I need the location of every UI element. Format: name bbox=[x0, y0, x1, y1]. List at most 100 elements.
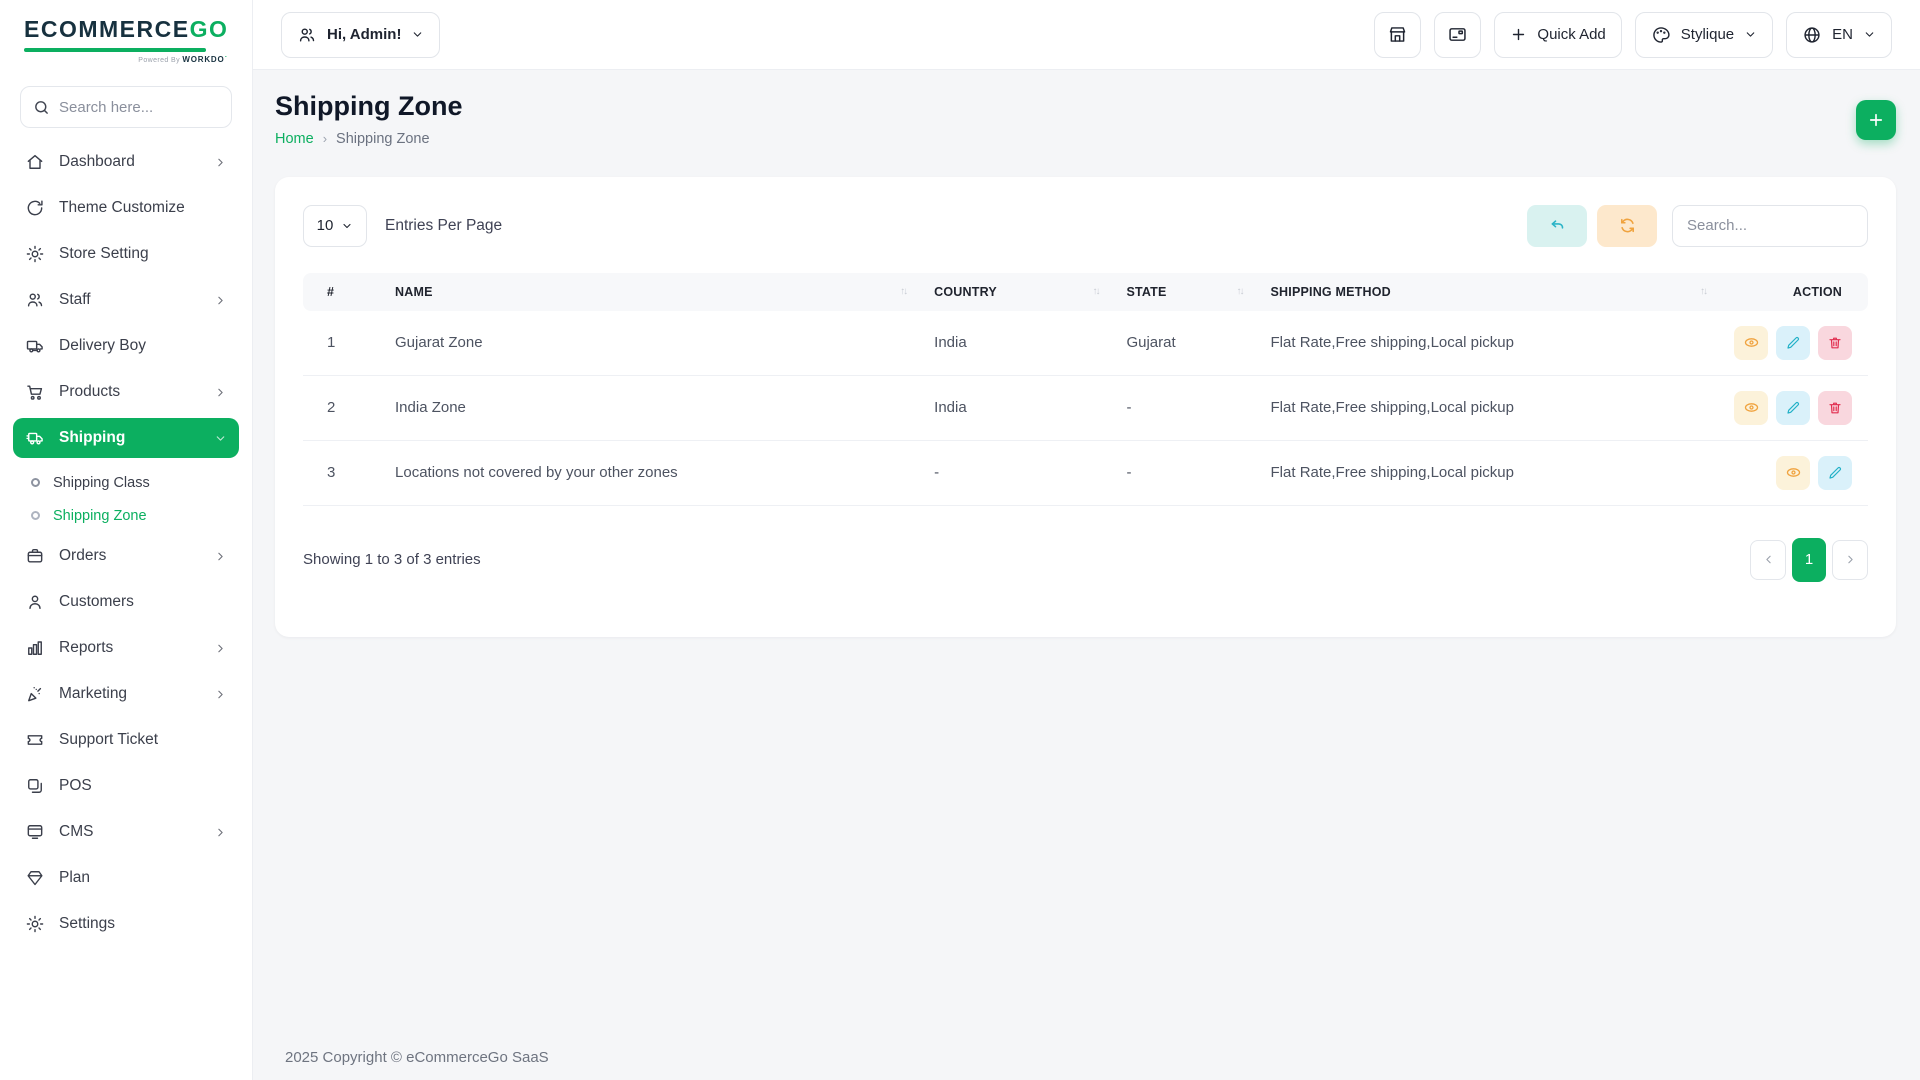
delete-button[interactable] bbox=[1818, 390, 1852, 425]
col-header-state[interactable]: STATE ↑↓ bbox=[1112, 272, 1257, 311]
sidebar-item-staff[interactable]: Staff bbox=[13, 280, 239, 320]
edit-button[interactable] bbox=[1776, 390, 1810, 425]
submenu-item-shipping-class[interactable]: Shipping Class bbox=[31, 466, 239, 499]
view-button[interactable] bbox=[1734, 390, 1768, 425]
entries-summary: Showing 1 to 3 of 3 entries bbox=[303, 551, 481, 569]
pagination-prev-button[interactable] bbox=[1750, 539, 1786, 580]
view-button[interactable] bbox=[1776, 455, 1810, 490]
cell-state: - bbox=[1112, 375, 1257, 441]
view-button[interactable] bbox=[1734, 325, 1768, 360]
sidebar-item-support-ticket[interactable]: Support Ticket bbox=[13, 720, 239, 760]
person-icon bbox=[25, 592, 45, 612]
table-search-input[interactable] bbox=[1672, 204, 1868, 247]
sidebar-item-shipping[interactable]: Shipping bbox=[13, 418, 239, 458]
sidebar-search-input[interactable] bbox=[59, 98, 219, 116]
eye-icon bbox=[1743, 334, 1760, 351]
edit-button[interactable] bbox=[1818, 455, 1852, 490]
plus-icon bbox=[1510, 26, 1527, 43]
sidebar-item-delivery-boy[interactable]: Delivery Boy bbox=[13, 326, 239, 366]
bullet-circle-icon bbox=[31, 511, 40, 520]
delete-button[interactable] bbox=[1818, 325, 1852, 360]
shipping-zone-card: 10 Entries Per Page # NAME bbox=[275, 176, 1896, 637]
cell-num: 2 bbox=[303, 375, 382, 441]
col-header-action: ACTION bbox=[1720, 272, 1868, 311]
cell-method: Flat Rate,Free shipping,Local pickup bbox=[1256, 440, 1720, 506]
brand-logo[interactable]: ECOMMERCEGO Powered By WORKDO˙ bbox=[0, 0, 252, 70]
chevron-right-icon bbox=[214, 688, 227, 701]
submenu-item-shipping-zone[interactable]: Shipping Zone bbox=[31, 499, 239, 532]
gear-icon bbox=[25, 914, 45, 934]
undo-filter-button[interactable] bbox=[1527, 204, 1587, 247]
col-header-name[interactable]: NAME ↑↓ bbox=[381, 272, 921, 311]
cell-name: Gujarat Zone bbox=[381, 310, 921, 376]
page-title: Shipping Zone bbox=[275, 91, 463, 121]
chevron-right-icon bbox=[214, 386, 227, 399]
briefcase-icon bbox=[25, 546, 45, 566]
chevron-left-icon bbox=[1762, 553, 1775, 566]
sidebar-item-cms[interactable]: CMS bbox=[13, 812, 239, 852]
page-header: Shipping Zone Home › Shipping Zone bbox=[253, 70, 1920, 147]
chevron-right-icon bbox=[1844, 553, 1857, 566]
entries-per-page-label: Entries Per Page bbox=[385, 216, 503, 234]
party-popper-icon bbox=[25, 684, 45, 704]
sort-icon[interactable]: ↑↓ bbox=[1692, 286, 1708, 297]
sidebar-item-customers[interactable]: Customers bbox=[13, 582, 239, 622]
sort-icon[interactable]: ↑↓ bbox=[892, 286, 908, 297]
cms-icon bbox=[25, 822, 45, 842]
sidebar-item-store-setting[interactable]: Store Setting bbox=[13, 234, 239, 274]
pagination-page-1[interactable]: 1 bbox=[1792, 537, 1826, 582]
mail-card-button[interactable] bbox=[1434, 11, 1482, 58]
sidebar-search[interactable] bbox=[20, 86, 232, 128]
row-actions bbox=[1734, 390, 1854, 425]
col-header-num[interactable]: # bbox=[303, 272, 382, 311]
edit-button[interactable] bbox=[1776, 325, 1810, 360]
users-icon bbox=[297, 25, 317, 45]
sidebar-item-settings[interactable]: Settings bbox=[13, 904, 239, 944]
sort-icon[interactable]: ↑↓ bbox=[1084, 286, 1100, 297]
gear-icon bbox=[25, 244, 45, 264]
shipping-submenu: Shipping Class Shipping Zone bbox=[13, 464, 239, 536]
powered-by-label: Powered By WORKDO˙ bbox=[138, 55, 228, 64]
quick-add-button[interactable]: Quick Add bbox=[1494, 11, 1622, 58]
cell-state: - bbox=[1112, 440, 1257, 506]
gem-icon bbox=[25, 868, 45, 888]
theme-selector-button[interactable]: Stylique bbox=[1634, 11, 1774, 58]
trash-icon bbox=[1827, 400, 1843, 416]
chevron-right-icon bbox=[214, 642, 227, 655]
cart-icon bbox=[25, 382, 45, 402]
col-header-method[interactable]: SHIPPING METHOD ↑↓ bbox=[1256, 272, 1720, 311]
sidebar-item-dashboard[interactable]: Dashboard bbox=[13, 142, 239, 182]
sidebar-item-products[interactable]: Products bbox=[13, 372, 239, 412]
sort-icon[interactable]: ↑↓ bbox=[1229, 286, 1245, 297]
chevron-down-icon bbox=[1744, 28, 1757, 41]
col-header-country[interactable]: COUNTRY ↑↓ bbox=[920, 272, 1113, 311]
main-content: Shipping Zone Home › Shipping Zone 10 En… bbox=[253, 70, 1920, 1080]
bar-chart-icon bbox=[25, 638, 45, 658]
pagination-next-button[interactable] bbox=[1832, 539, 1868, 580]
chevron-down-icon bbox=[341, 220, 353, 232]
storefront-button[interactable] bbox=[1374, 11, 1422, 58]
eye-icon bbox=[1743, 399, 1760, 416]
table-row: 1 Gujarat Zone India Gujarat Flat Rate,F… bbox=[303, 310, 1868, 376]
sidebar-item-plan[interactable]: Plan bbox=[13, 858, 239, 898]
table-footer: Showing 1 to 3 of 3 entries 1 bbox=[303, 537, 1868, 582]
entries-per-page-select[interactable]: 10 bbox=[303, 204, 367, 247]
admin-profile-button[interactable]: Hi, Admin! bbox=[281, 11, 441, 58]
palette-icon bbox=[1651, 25, 1671, 45]
reload-button[interactable] bbox=[1597, 204, 1657, 247]
cell-country: India bbox=[920, 375, 1113, 441]
cell-method: Flat Rate,Free shipping,Local pickup bbox=[1256, 310, 1720, 376]
sidebar-item-theme-customize[interactable]: Theme Customize bbox=[13, 188, 239, 228]
sidebar-item-reports[interactable]: Reports bbox=[13, 628, 239, 668]
sidebar-item-orders[interactable]: Orders bbox=[13, 536, 239, 576]
sidebar-item-pos[interactable]: POS bbox=[13, 766, 239, 806]
chevron-down-icon bbox=[411, 28, 424, 41]
mail-card-icon bbox=[1447, 24, 1468, 45]
breadcrumb-home-link[interactable]: Home bbox=[275, 131, 314, 147]
sidebar-item-marketing[interactable]: Marketing bbox=[13, 674, 239, 714]
chevron-right-icon: › bbox=[322, 131, 328, 147]
chevron-right-icon bbox=[214, 826, 227, 839]
language-selector-button[interactable]: EN bbox=[1786, 11, 1892, 58]
store-icon bbox=[1387, 24, 1408, 45]
add-shipping-zone-button[interactable] bbox=[1856, 100, 1896, 140]
